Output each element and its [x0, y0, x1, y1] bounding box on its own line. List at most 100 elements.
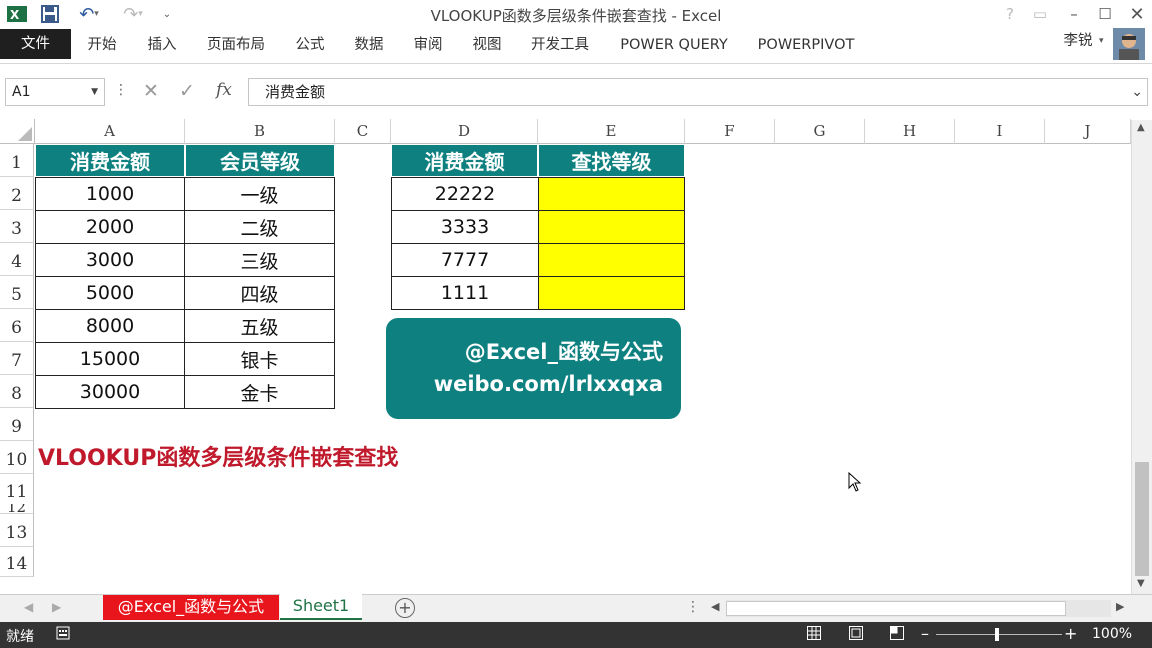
page-layout-view-icon[interactable]: [849, 626, 863, 644]
zoom-slider[interactable]: [936, 628, 1062, 641]
cell-e2[interactable]: [538, 177, 685, 211]
cell-a6[interactable]: 8000: [35, 309, 185, 343]
cell-a4[interactable]: 3000: [35, 243, 185, 277]
maximize-icon[interactable]: ☐: [1093, 3, 1117, 25]
select-all-corner[interactable]: [0, 119, 35, 144]
row-header-14[interactable]: 14: [0, 547, 34, 577]
cell-e4[interactable]: [538, 243, 685, 277]
cell-d2[interactable]: 22222: [391, 177, 539, 211]
minimize-icon[interactable]: –: [1062, 3, 1086, 25]
row-header-5[interactable]: 5: [0, 276, 34, 309]
add-sheet-icon[interactable]: +: [395, 598, 415, 618]
tab-page-layout[interactable]: 页面布局: [200, 28, 272, 62]
cell-a3[interactable]: 2000: [35, 210, 185, 244]
cancel-icon[interactable]: ✕: [143, 80, 159, 102]
tab-powerpivot[interactable]: POWERPIVOT: [750, 28, 862, 62]
normal-view-icon[interactable]: [807, 626, 821, 644]
cell-a7[interactable]: 15000: [35, 342, 185, 376]
formula-bar-menu-icon[interactable]: ⋮: [114, 82, 128, 98]
cell-b7[interactable]: 银卡: [184, 342, 335, 376]
formula-input[interactable]: 消费金额 ⌄: [248, 78, 1148, 106]
row-header-8[interactable]: 8: [0, 375, 34, 408]
cell-b5[interactable]: 四级: [184, 276, 335, 310]
user-menu-chevron-icon[interactable]: ▾: [1099, 36, 1104, 46]
macro-record-icon[interactable]: [56, 626, 70, 644]
help-icon[interactable]: ?: [998, 3, 1022, 25]
row-header-4[interactable]: 4: [0, 243, 34, 276]
next-sheet-icon[interactable]: ▶: [52, 600, 61, 614]
prev-sheet-icon[interactable]: ◀: [24, 600, 33, 614]
column-header-i[interactable]: I: [955, 119, 1045, 144]
tab-home[interactable]: 开始: [78, 28, 126, 62]
cell-d5[interactable]: 1111: [391, 276, 539, 310]
column-header-c[interactable]: C: [335, 119, 391, 144]
column-header-a[interactable]: A: [35, 119, 185, 144]
scroll-up-icon[interactable]: ▲: [1137, 122, 1145, 133]
row-header-10[interactable]: 10: [0, 441, 34, 474]
cell-e3[interactable]: [538, 210, 685, 244]
tab-view[interactable]: 视图: [463, 28, 511, 62]
tab-file[interactable]: 文件: [0, 29, 71, 59]
cell-d1[interactable]: 消费金额: [391, 144, 538, 177]
cell-b1[interactable]: 会员等级: [185, 144, 335, 177]
cell-b8[interactable]: 金卡: [184, 375, 335, 409]
enter-icon[interactable]: ✓: [179, 80, 195, 102]
tab-data[interactable]: 数据: [345, 28, 393, 62]
tab-developer[interactable]: 开发工具: [524, 28, 596, 62]
row-header-11[interactable]: 11: [0, 474, 34, 504]
cell-a2[interactable]: 1000: [35, 177, 185, 211]
tab-power-query[interactable]: POWER QUERY: [612, 28, 736, 62]
cell-b6[interactable]: 五级: [184, 309, 335, 343]
row-header-1[interactable]: 1: [0, 144, 34, 177]
expand-formula-icon[interactable]: ⌄: [1131, 79, 1143, 105]
close-icon[interactable]: ✕: [1125, 3, 1149, 25]
insert-function-icon[interactable]: fx: [216, 80, 232, 100]
column-header-j[interactable]: J: [1045, 119, 1131, 144]
cell-d4[interactable]: 7777: [391, 243, 539, 277]
zoom-out-icon[interactable]: –: [921, 624, 929, 643]
row-header-12[interactable]: 12: [0, 504, 34, 514]
row-header-9[interactable]: 9: [0, 408, 34, 441]
row-header-13[interactable]: 13: [0, 514, 34, 547]
zoom-level[interactable]: 100%: [1092, 626, 1132, 642]
tab-formulas[interactable]: 公式: [286, 28, 334, 62]
tab-insert[interactable]: 插入: [138, 28, 186, 62]
ribbon-display-icon[interactable]: ▭: [1028, 3, 1052, 25]
column-header-b[interactable]: B: [185, 119, 335, 144]
row-header-6[interactable]: 6: [0, 309, 34, 342]
horizontal-scrollbar[interactable]: [726, 600, 1111, 617]
column-header-d[interactable]: D: [391, 119, 538, 144]
row-header-2[interactable]: 2: [0, 177, 34, 210]
scroll-down-icon[interactable]: ▼: [1137, 578, 1145, 589]
column-header-f[interactable]: F: [685, 119, 775, 144]
name-box[interactable]: A1 ▼: [5, 78, 105, 106]
avatar[interactable]: [1113, 28, 1145, 60]
column-header-e[interactable]: E: [538, 119, 685, 144]
user-name[interactable]: 李锐: [1058, 24, 1098, 58]
cell-b3[interactable]: 二级: [184, 210, 335, 244]
vertical-scroll-thumb[interactable]: [1135, 462, 1149, 576]
row-header-3[interactable]: 3: [0, 210, 34, 243]
cell-e1[interactable]: 查找等级: [538, 144, 685, 177]
cell-b4[interactable]: 三级: [184, 243, 335, 277]
row-header-7[interactable]: 7: [0, 342, 34, 375]
zoom-in-icon[interactable]: +: [1064, 624, 1077, 643]
tab-review[interactable]: 审阅: [404, 28, 452, 62]
cell-d3[interactable]: 3333: [391, 210, 539, 244]
vertical-scrollbar[interactable]: ▲ ▼: [1131, 120, 1152, 594]
sheet-tab-excel-formulas[interactable]: @Excel_函数与公式: [103, 595, 279, 620]
sheet-tab-sheet1[interactable]: Sheet1: [280, 594, 362, 620]
tab-splitter-icon[interactable]: ⋮: [686, 599, 700, 615]
column-header-h[interactable]: H: [865, 119, 955, 144]
cell-a8[interactable]: 30000: [35, 375, 185, 409]
page-break-view-icon[interactable]: [890, 626, 904, 644]
cell-a1[interactable]: 消费金额: [35, 144, 185, 177]
scroll-right-icon[interactable]: ▶: [1116, 600, 1124, 613]
zoom-slider-handle[interactable]: [995, 628, 999, 641]
cell-a5[interactable]: 5000: [35, 276, 185, 310]
cell-b2[interactable]: 一级: [184, 177, 335, 211]
cell-e5[interactable]: [538, 276, 685, 310]
name-box-dropdown-icon[interactable]: ▼: [91, 79, 98, 105]
column-header-g[interactable]: G: [775, 119, 865, 144]
scroll-left-icon[interactable]: ◀: [711, 600, 719, 613]
